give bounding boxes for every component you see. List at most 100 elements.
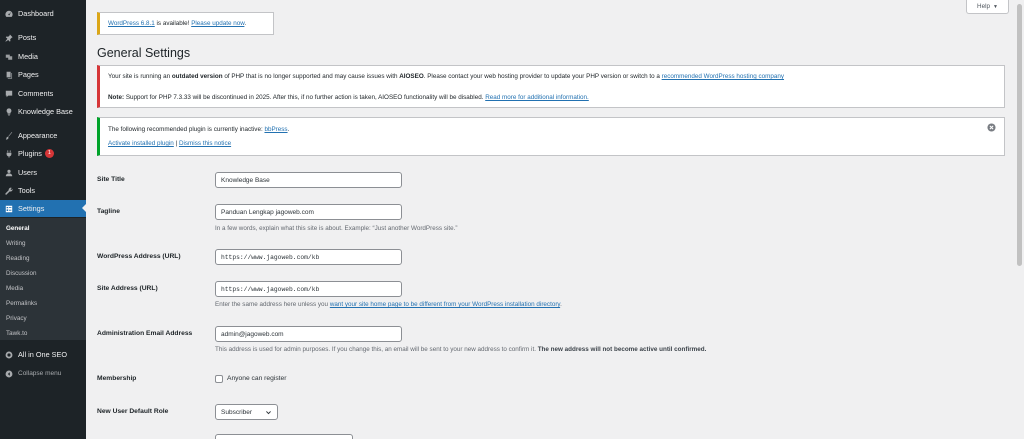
page-title: General Settings <box>97 46 191 60</box>
admin-sidebar: Dashboard Posts Media Pages Comments Kno… <box>0 0 86 439</box>
php-notice-note: Note: <box>108 94 125 101</box>
wrench-icon <box>0 182 18 199</box>
menu-label: Dashboard <box>18 9 54 18</box>
description-text: Enter the same address here unless you <box>215 301 329 308</box>
dismiss-notice-link[interactable]: Dismiss this notice <box>179 140 231 147</box>
php-notice-text: of PHP that is no longer supported and m… <box>224 73 398 80</box>
update-nag-notice: WordPress 6.8.1 is available! Please upd… <box>97 12 274 35</box>
tagline-description: In a few words, explain what this site i… <box>215 225 458 232</box>
submenu-reading[interactable]: Reading <box>6 255 29 262</box>
recommended-hosting-link[interactable]: recommended WordPress hosting company <box>662 73 784 80</box>
description-bold: The new address will not become active u… <box>537 346 707 353</box>
page-scrollbar[interactable] <box>1015 0 1024 439</box>
menu-item-comments[interactable]: Comments <box>0 85 86 102</box>
default-role-value: Subscriber <box>221 408 253 416</box>
bbpress-link[interactable]: bbPress <box>264 126 287 133</box>
submenu-tawkto[interactable]: Tawk.to <box>6 330 27 337</box>
default-role-label: New User Default Role <box>97 408 169 415</box>
menu-item-dashboard[interactable]: Dashboard <box>0 5 86 22</box>
period: . <box>244 20 247 27</box>
settings-icon <box>0 200 18 217</box>
close-icon[interactable] <box>987 123 996 132</box>
site-home-different-link[interactable]: want your site home page to be different… <box>330 301 560 308</box>
submenu-general[interactable]: General <box>6 225 29 232</box>
php-notice-bold: outdated version <box>171 73 223 80</box>
php-notice-text: Your site is running an <box>108 73 171 80</box>
site-address-label: Site Address (URL) <box>97 285 158 292</box>
menu-item-aioseo[interactable]: All in One SEO <box>0 346 86 363</box>
plugin-icon <box>0 145 18 162</box>
menu-item-settings[interactable]: Settings <box>0 200 86 217</box>
menu-label: Comments <box>18 89 54 98</box>
admin-email-input[interactable] <box>215 326 402 342</box>
admin-email-label: Administration Email Address <box>97 330 193 337</box>
activate-plugin-link[interactable]: Activate installed plugin <box>108 140 174 147</box>
membership-label: Membership <box>97 375 137 382</box>
wordpress-address-label: WordPress Address (URL) <box>97 253 181 260</box>
php-notice-bold: AIOSEO <box>399 73 424 80</box>
submenu-writing[interactable]: Writing <box>6 240 25 247</box>
menu-label: Tools <box>18 186 36 195</box>
menu-item-users[interactable]: Users <box>0 164 86 181</box>
site-title-label: Site Title <box>97 176 125 183</box>
menu-label: Settings <box>18 204 45 213</box>
submenu-discussion[interactable]: Discussion <box>6 270 36 277</box>
menu-item-media[interactable]: Media <box>0 48 86 65</box>
site-address-description: Enter the same address here unless you w… <box>215 301 562 308</box>
update-count-badge: 1 <box>44 149 54 158</box>
dashboard-icon <box>0 5 18 22</box>
menu-item-pages[interactable]: Pages <box>0 66 86 83</box>
chevron-down-icon <box>266 411 271 415</box>
media-icon <box>0 48 18 65</box>
php-notice-text: . Please contact your web hosting provid… <box>423 73 660 80</box>
menu-item-appearance[interactable]: Appearance <box>0 127 86 144</box>
submenu-permalinks[interactable]: Permalinks <box>6 300 37 307</box>
main-content: Help ▼ WordPress 6.8.1 is available! Ple… <box>86 0 1024 439</box>
description-text: This address is used for admin purposes.… <box>215 346 536 353</box>
site-address-input[interactable] <box>215 281 402 297</box>
menu-label: All in One SEO <box>18 350 68 359</box>
update-now-link[interactable]: Please update now <box>191 20 244 27</box>
users-icon <box>0 164 18 181</box>
help-label: Help <box>977 3 990 10</box>
menu-label: Knowledge Base <box>18 107 73 116</box>
menu-item-posts[interactable]: Posts <box>0 29 86 46</box>
admin-email-description: This address is used for admin purposes.… <box>215 346 706 353</box>
separator: | <box>175 140 178 147</box>
update-nag-text: is available! <box>156 20 190 27</box>
menu-item-knowledge-base[interactable]: Knowledge Base <box>0 103 86 120</box>
membership-checkbox[interactable] <box>215 375 223 383</box>
menu-label: Collapse menu <box>18 370 62 377</box>
collapse-menu-button[interactable]: Collapse menu <box>0 365 86 382</box>
menu-item-plugins[interactable]: Plugins 1 <box>0 145 86 162</box>
recommended-plugin-notice: The following recommended plugin is curr… <box>97 117 1005 156</box>
collapse-icon <box>0 365 18 382</box>
lightbulb-icon <box>0 103 18 120</box>
submenu-media[interactable]: Media <box>6 285 23 292</box>
plugin-notice-text: The following recommended plugin is curr… <box>108 126 263 133</box>
read-more-link[interactable]: Read more for additional information. <box>485 94 589 101</box>
scrollbar-thumb[interactable] <box>1017 4 1022 266</box>
help-button[interactable]: Help ▼ <box>966 0 1009 14</box>
tagline-input[interactable] <box>215 204 402 220</box>
caret-down-icon: ▼ <box>993 3 998 10</box>
brush-icon <box>0 127 18 144</box>
site-language-select[interactable] <box>215 434 353 439</box>
wordpress-address-input[interactable] <box>215 249 402 265</box>
pages-icon <box>0 66 18 83</box>
comments-icon <box>0 85 18 102</box>
aioseo-icon <box>0 346 18 363</box>
period: . <box>560 301 562 308</box>
pin-icon <box>0 29 18 46</box>
period: . <box>287 126 290 133</box>
menu-label: Appearance <box>18 131 58 140</box>
anyone-can-register-label[interactable]: Anyone can register <box>227 375 286 382</box>
menu-label: Pages <box>18 70 39 79</box>
menu-label: Posts <box>18 33 37 42</box>
default-role-select[interactable]: Subscriber <box>215 404 278 420</box>
wordpress-version-link[interactable]: WordPress 6.8.1 <box>108 20 155 27</box>
submenu-privacy[interactable]: Privacy <box>6 315 27 322</box>
menu-label: Users <box>18 168 38 177</box>
menu-item-tools[interactable]: Tools <box>0 182 86 199</box>
site-title-input[interactable] <box>215 172 402 188</box>
